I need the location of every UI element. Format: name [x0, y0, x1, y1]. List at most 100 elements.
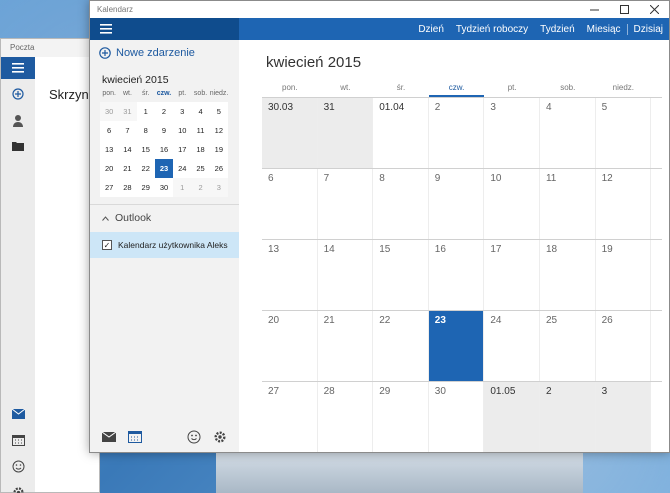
mail-icon[interactable]: [1, 403, 35, 425]
day-cell[interactable]: 01.04: [373, 98, 429, 168]
day-cell[interactable]: 2: [539, 382, 596, 452]
tab-day[interactable]: Dzień: [412, 24, 450, 35]
mini-day[interactable]: 26: [209, 159, 228, 178]
mini-day[interactable]: 30: [100, 102, 119, 121]
day-cell[interactable]: 6: [262, 169, 318, 239]
mini-day[interactable]: 18: [191, 140, 210, 159]
day-cell[interactable]: 2: [429, 98, 485, 168]
mini-day[interactable]: 4: [191, 102, 210, 121]
mini-day[interactable]: 25: [191, 159, 210, 178]
day-cell-today[interactable]: 23: [428, 311, 485, 381]
day-cell[interactable]: 28: [318, 382, 374, 452]
day-cell[interactable]: 12: [596, 169, 652, 239]
gear-icon[interactable]: [212, 430, 228, 444]
tab-week[interactable]: Tydzień: [534, 24, 580, 35]
mini-day[interactable]: 24: [173, 159, 192, 178]
day-cell[interactable]: 24: [484, 311, 540, 381]
day-cell[interactable]: 31: [317, 98, 374, 168]
mini-day[interactable]: 5: [209, 102, 228, 121]
day-cell[interactable]: 3: [484, 98, 540, 168]
gear-icon[interactable]: [1, 481, 35, 493]
day-cell[interactable]: 29: [373, 382, 429, 452]
mini-day[interactable]: 1: [173, 178, 192, 197]
day-cell[interactable]: 9: [429, 169, 485, 239]
close-button[interactable]: [639, 1, 669, 18]
calendar-hamburger-button[interactable]: [90, 18, 239, 40]
mini-day[interactable]: 3: [209, 178, 228, 197]
day-cell[interactable]: 01.05: [484, 382, 540, 452]
day-cell[interactable]: 14: [318, 240, 374, 310]
day-number: 30: [434, 386, 446, 397]
mini-day[interactable]: 15: [136, 140, 155, 159]
day-cell[interactable]: 30: [429, 382, 485, 452]
day-cell[interactable]: 4: [540, 98, 596, 168]
new-mail-icon[interactable]: [1, 83, 35, 105]
day-cell[interactable]: 19: [596, 240, 652, 310]
day-number: 16: [434, 244, 446, 255]
mini-day[interactable]: 21: [118, 159, 137, 178]
maximize-button[interactable]: [609, 1, 639, 18]
day-cell[interactable]: 18: [540, 240, 596, 310]
mini-day[interactable]: 31: [118, 102, 137, 121]
day-cell[interactable]: 13: [262, 240, 318, 310]
minimize-button[interactable]: [579, 1, 609, 18]
tab-work-week[interactable]: Tydzień roboczy: [450, 24, 534, 35]
day-cell[interactable]: 7: [318, 169, 374, 239]
day-cell[interactable]: 17: [484, 240, 540, 310]
mini-day[interactable]: 19: [209, 140, 228, 159]
day-cell[interactable]: 15: [373, 240, 429, 310]
mini-day[interactable]: 11: [191, 121, 210, 140]
mini-day[interactable]: 2: [154, 102, 174, 121]
mini-day[interactable]: 16: [154, 140, 174, 159]
mini-day[interactable]: 30: [154, 178, 174, 197]
day-number: 01.04: [379, 102, 405, 113]
mini-day[interactable]: 29: [136, 178, 155, 197]
day-cell[interactable]: 20: [262, 311, 318, 381]
calendar-icon[interactable]: [127, 430, 143, 444]
day-cell[interactable]: 21: [318, 311, 374, 381]
calendar-icon[interactable]: [1, 429, 35, 451]
new-event-button[interactable]: Nowe zdarzenie: [99, 47, 195, 59]
mini-day[interactable]: 22: [136, 159, 155, 178]
folder-icon[interactable]: [1, 135, 35, 157]
mail-hamburger-button[interactable]: [1, 57, 35, 79]
hamburger-icon: [100, 24, 112, 34]
mini-day[interactable]: 8: [136, 121, 155, 140]
mini-day[interactable]: 10: [173, 121, 192, 140]
mini-day[interactable]: 6: [100, 121, 119, 140]
mail-icon[interactable]: [101, 430, 117, 444]
mini-day[interactable]: 17: [173, 140, 192, 159]
person-icon[interactable]: [1, 109, 35, 131]
mini-day[interactable]: 3: [173, 102, 192, 121]
mini-day[interactable]: 2: [191, 178, 210, 197]
day-cell[interactable]: 11: [540, 169, 596, 239]
mini-day[interactable]: 12: [209, 121, 228, 140]
mini-day[interactable]: 14: [118, 140, 137, 159]
day-cell[interactable]: 22: [373, 311, 429, 381]
day-cell[interactable]: 8: [373, 169, 429, 239]
tab-month[interactable]: Miesiąc: [581, 24, 627, 35]
calendar-checkbox[interactable]: ✓: [102, 240, 112, 250]
day-cell[interactable]: 27: [262, 382, 318, 452]
day-cell[interactable]: 3: [595, 382, 652, 452]
day-cell[interactable]: 5: [596, 98, 652, 168]
mini-day[interactable]: 1: [136, 102, 155, 121]
tab-today[interactable]: Dzisiaj: [626, 23, 669, 35]
smiley-icon[interactable]: [1, 455, 35, 477]
mini-day[interactable]: 28: [118, 178, 137, 197]
outlook-group-header[interactable]: Outlook: [102, 212, 151, 224]
calendar-list-item[interactable]: ✓ Kalendarz użytkownika Aleks: [90, 232, 239, 258]
smiley-icon[interactable]: [186, 430, 202, 444]
day-cell[interactable]: 30.03: [262, 98, 318, 168]
mini-day[interactable]: 27: [100, 178, 119, 197]
mini-day[interactable]: 20: [100, 159, 119, 178]
day-cell[interactable]: 10: [484, 169, 540, 239]
mini-calendar-title[interactable]: kwiecień 2015: [102, 74, 169, 86]
day-cell[interactable]: 25: [540, 311, 596, 381]
mini-day[interactable]: 9: [154, 121, 174, 140]
mini-day[interactable]: 7: [118, 121, 137, 140]
day-cell[interactable]: 16: [429, 240, 485, 310]
day-cell[interactable]: 26: [596, 311, 652, 381]
mini-day[interactable]: 13: [100, 140, 119, 159]
mini-day-today[interactable]: 23: [154, 159, 174, 178]
